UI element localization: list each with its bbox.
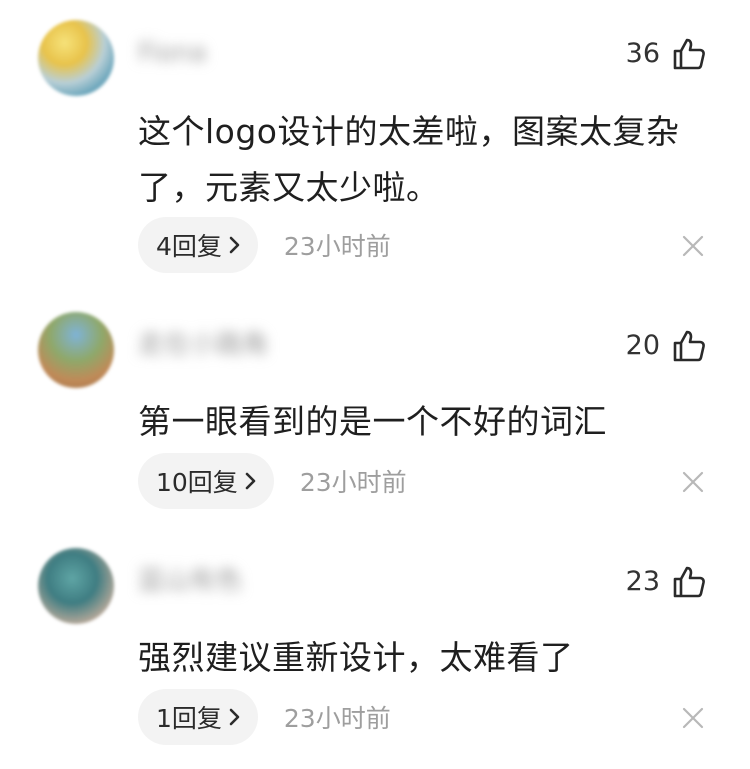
like-button[interactable]: 36 (626, 36, 706, 72)
chevron-right-icon (229, 236, 240, 254)
replies-button[interactable]: 1回复 (138, 689, 258, 745)
like-count: 23 (625, 566, 660, 597)
close-icon[interactable] (682, 235, 704, 257)
like-button[interactable]: 20 (626, 328, 706, 364)
comment-meta: 10回复 23小时前 (138, 453, 407, 509)
dismiss-button[interactable] (682, 235, 704, 257)
timestamp: 23小时前 (283, 704, 391, 733)
thumbs-up-icon[interactable] (672, 37, 706, 71)
chevron-right-icon (245, 472, 256, 490)
username[interactable]: 蓝山有色 (138, 566, 268, 596)
comment-item: Fiona 36 这个logo设计的太差啦，图案太复杂了，元素又太少啦。 4回复… (0, 0, 750, 273)
replies-label: 4回复 (156, 232, 222, 261)
dismiss-button[interactable] (682, 707, 704, 729)
comment-text: 强烈建议重新设计，太难看了 (138, 638, 574, 677)
comment-meta: 4回复 23小时前 (138, 217, 391, 273)
username[interactable]: 走在小路角 (138, 330, 268, 360)
comment-item: 蓝山有色 23 强烈建议重新设计，太难看了 1回复 23小时前 (0, 528, 750, 769)
thumbs-up-icon[interactable] (672, 329, 706, 363)
avatar[interactable] (38, 20, 114, 96)
chevron-right-icon (229, 708, 240, 726)
avatar[interactable] (38, 548, 114, 624)
like-count: 36 (625, 38, 660, 69)
close-icon[interactable] (682, 471, 704, 493)
comment-meta: 1回复 23小时前 (138, 689, 391, 745)
close-icon[interactable] (682, 707, 704, 729)
replies-label: 10回复 (156, 468, 238, 497)
comment-text: 这个logo设计的太差啦，图案太复杂了，元素又太少啦。 (138, 112, 680, 207)
like-button[interactable]: 23 (626, 564, 706, 600)
timestamp: 23小时前 (299, 468, 407, 497)
replies-button[interactable]: 10回复 (138, 453, 274, 509)
like-count: 20 (625, 330, 660, 361)
comment-item: 走在小路角 20 第一眼看到的是一个不好的词汇 10回复 23小时前 (0, 292, 750, 542)
replies-label: 1回复 (156, 704, 222, 733)
username[interactable]: Fiona (138, 38, 228, 68)
comment-text: 第一眼看到的是一个不好的词汇 (138, 402, 607, 441)
comment-list: Fiona 36 这个logo设计的太差啦，图案太复杂了，元素又太少啦。 4回复… (0, 0, 750, 769)
replies-button[interactable]: 4回复 (138, 217, 258, 273)
dismiss-button[interactable] (682, 471, 704, 493)
thumbs-up-icon[interactable] (672, 565, 706, 599)
timestamp: 23小时前 (283, 232, 391, 261)
avatar[interactable] (38, 312, 114, 388)
